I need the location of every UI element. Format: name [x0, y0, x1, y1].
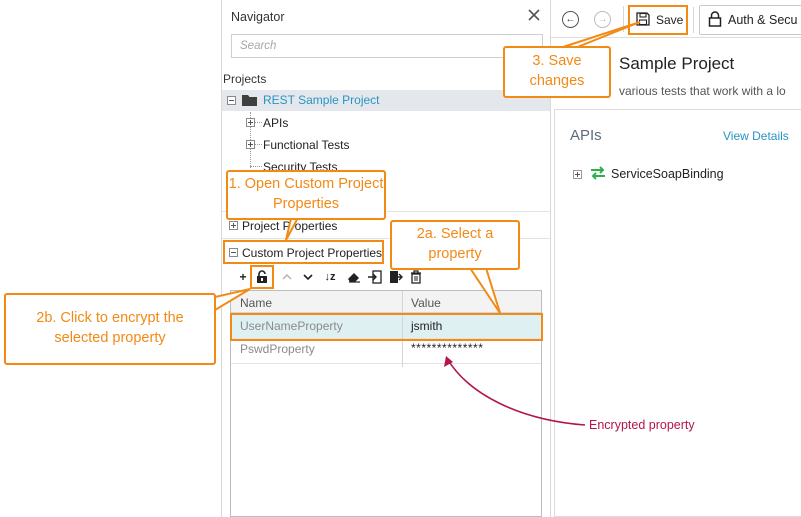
note-arrow	[447, 359, 586, 426]
callout-open-custom-properties: 1. Open Custom Project Properties	[226, 170, 386, 220]
callout-pointer	[559, 21, 641, 49]
callout-encrypt-property: 2b. Click to encrypt the selected proper…	[4, 293, 216, 365]
encrypted-property-note: Encrypted property	[589, 418, 695, 432]
callout-save-changes: 3. Save changes	[503, 46, 611, 98]
callout-pointer	[214, 288, 251, 312]
callout-select-property: 2a. Select a property	[390, 220, 520, 270]
callout-pointer	[468, 267, 501, 314]
